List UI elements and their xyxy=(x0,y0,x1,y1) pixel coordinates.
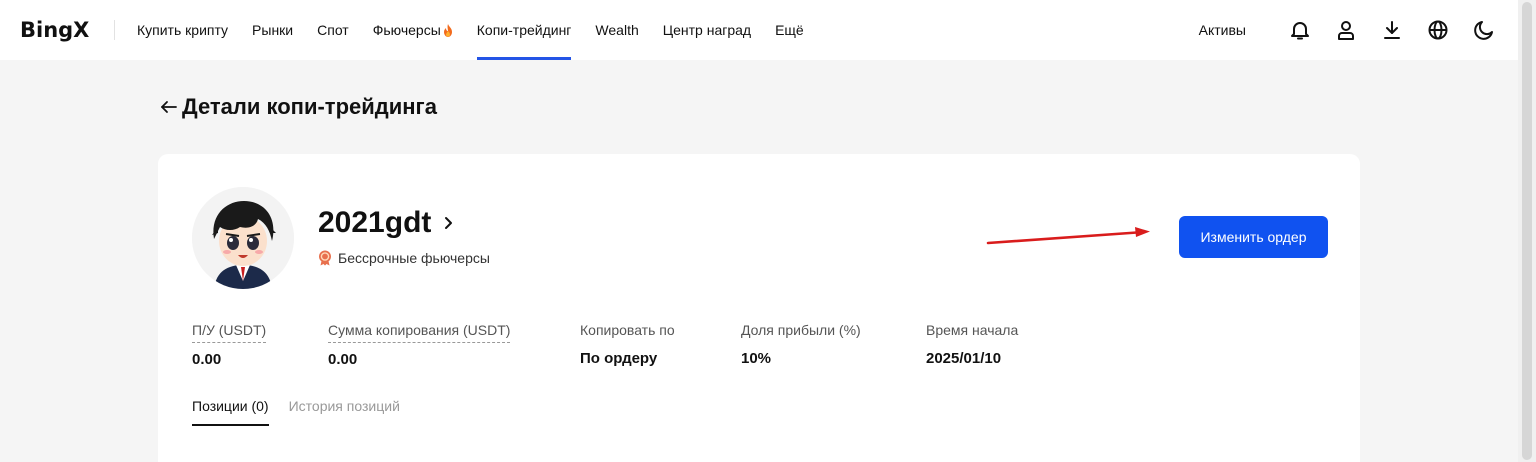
main-nav: Купить крипту Рынки Спот Фьючерсы Копи-т… xyxy=(137,0,828,60)
bell-icon[interactable] xyxy=(1288,18,1312,42)
trader-name: 2021gdt xyxy=(318,206,432,239)
stat-start-time: Время начала 2025/01/10 xyxy=(926,322,1018,367)
stat-copy-amount: Сумма копирования (USDT) 0.00 xyxy=(328,322,511,368)
stat-value: 0.00 xyxy=(192,351,222,368)
assets-link[interactable]: Активы xyxy=(1199,22,1246,38)
nav-futures[interactable]: Фьючерсы xyxy=(373,0,453,60)
page-title: Детали копи-трейдинга xyxy=(182,94,437,119)
scrollbar-thumb[interactable] xyxy=(1522,2,1532,460)
svg-text:BingX: BingX xyxy=(20,18,89,42)
stat-value: 10% xyxy=(741,350,772,367)
stat-pnl: П/У (USDT) 0.00 xyxy=(192,322,267,368)
header-actions: Активы xyxy=(1199,0,1496,60)
nav-copy-trading[interactable]: Копи-трейдинг xyxy=(476,0,571,60)
back-arrow-icon[interactable] xyxy=(158,96,180,118)
positions-tabs: Позиции (0) История позиций xyxy=(192,398,420,426)
stat-label[interactable]: П/У (USDT) xyxy=(192,322,267,343)
tab-positions[interactable]: Позиции (0) xyxy=(192,398,269,426)
header-divider xyxy=(114,20,115,40)
page-scrollbar[interactable] xyxy=(1518,0,1536,462)
top-header: BingX Купить крипту Рынки Спот Фьючерсы … xyxy=(0,0,1518,60)
chevron-right-icon xyxy=(445,217,453,229)
stat-value: 2025/01/10 xyxy=(926,350,1002,367)
nav-buy-crypto[interactable]: Купить крипту xyxy=(137,0,228,60)
stat-label: Копировать по xyxy=(580,322,675,338)
tab-position-history[interactable]: История позиций xyxy=(289,398,400,426)
download-icon[interactable] xyxy=(1380,18,1404,42)
globe-icon[interactable] xyxy=(1426,18,1450,42)
trader-name-link[interactable]: 2021gdt xyxy=(318,206,455,240)
nav-markets[interactable]: Рынки xyxy=(252,0,293,60)
trader-avatar xyxy=(192,187,294,289)
nav-rewards-center[interactable]: Центр наград xyxy=(663,0,751,60)
nav-wealth[interactable]: Wealth xyxy=(595,0,638,60)
copy-trading-details-card: 2021gdt Бессрочные фьючерсы Изменить орд… xyxy=(158,154,1360,462)
stat-profit-share: Доля прибыли (%) 10% xyxy=(741,322,861,367)
stat-value: 0.00 xyxy=(328,351,358,368)
annotation-arrow xyxy=(986,227,1150,245)
nav-spot[interactable]: Спот xyxy=(317,0,349,60)
stat-label[interactable]: Сумма копирования (USDT) xyxy=(328,322,511,343)
trader-type-label: Бессрочные фьючерсы xyxy=(338,250,490,266)
bingx-logo[interactable]: BingX xyxy=(20,16,100,44)
stat-value: По ордеру xyxy=(580,350,658,367)
trader-type: Бессрочные фьючерсы xyxy=(318,250,490,266)
stat-copy-by: Копировать по По ордеру xyxy=(580,322,675,367)
badge-icon xyxy=(319,250,331,266)
moon-icon[interactable] xyxy=(1472,18,1496,42)
nav-more[interactable]: Ещё xyxy=(775,0,804,60)
edit-order-button[interactable]: Изменить ордер xyxy=(1179,216,1328,258)
page-header: Детали копи-трейдинга xyxy=(158,94,437,120)
stat-label: Доля прибыли (%) xyxy=(741,322,861,338)
user-icon[interactable] xyxy=(1334,18,1358,42)
fire-icon xyxy=(443,23,452,37)
stat-label: Время начала xyxy=(926,322,1019,338)
